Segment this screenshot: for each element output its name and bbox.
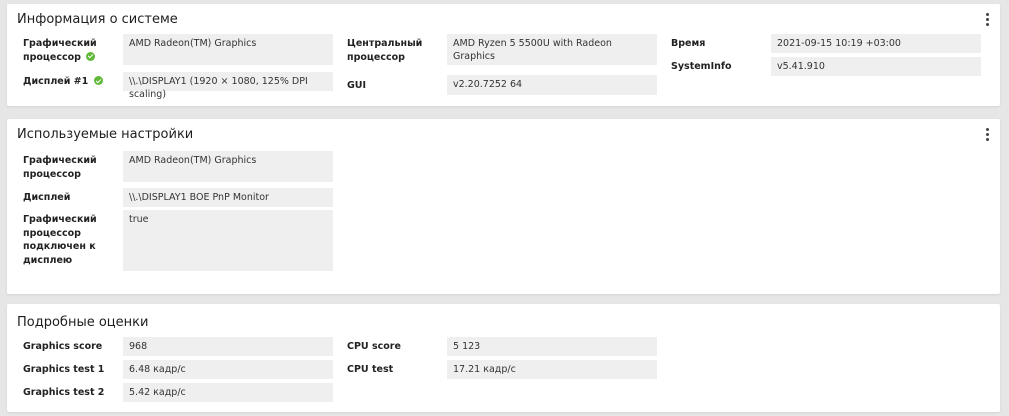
display-label: Дисплей #1 <box>23 75 103 89</box>
display-label: Дисплей <box>23 192 71 203</box>
gpu-connected-label: Графический процессор подключен к диспле… <box>23 214 97 266</box>
used-settings-panel: Используемые настройки Графический проце… <box>7 119 1000 294</box>
panel-title: Информация о системе <box>17 12 178 27</box>
graphics-test1-label: Graphics test 1 <box>23 364 105 375</box>
graphics-score-value: 968 <box>123 337 333 356</box>
display-value: \\.\DISPLAY1 (1920 × 1080, 125% DPI scal… <box>123 72 333 100</box>
cpu-test-label: CPU test <box>347 364 394 375</box>
gui-value: v2.20.7252 64 <box>447 75 657 95</box>
graphics-test2-label: Graphics test 2 <box>23 387 105 398</box>
more-options-icon[interactable] <box>986 128 990 141</box>
time-label: Время <box>671 38 706 49</box>
graphics-test2-value: 5.42 кадр/с <box>123 383 333 402</box>
gpu-value: AMD Radeon(TM) Graphics <box>123 34 333 65</box>
more-options-icon[interactable] <box>986 13 990 26</box>
panel-title: Используемые настройки <box>17 127 194 142</box>
cpu-score-value: 5 123 <box>447 337 657 356</box>
display-value: \\.\DISPLAY1 BOE PnP Monitor <box>123 188 333 207</box>
panel-title: Подробные оценки <box>17 315 149 330</box>
detailed-scores-panel: Подробные оценки Graphics score 968 Grap… <box>7 304 1000 412</box>
cpu-score-label: CPU score <box>347 341 401 352</box>
cpu-test-value: 17.21 кадр/с <box>447 360 657 379</box>
gpu-connected-value: true <box>123 210 333 271</box>
time-value: 2021-09-15 10:19 +03:00 <box>771 34 981 53</box>
cpu-value: AMD Ryzen 5 5500U with Radeon Graphics <box>447 34 657 65</box>
system-info-panel: Информация о системе Графический процесс… <box>7 4 1000 106</box>
gpu-label: Графический процессор <box>23 38 97 63</box>
check-circle-icon <box>93 76 103 85</box>
gpu-label: Графический процессор <box>23 155 97 180</box>
graphics-score-label: Graphics score <box>23 341 103 352</box>
cpu-label: Центральный процессор <box>347 38 423 63</box>
check-circle-icon <box>86 51 96 61</box>
graphics-test1-value: 6.48 кадр/с <box>123 360 333 379</box>
gui-label: GUI <box>347 80 367 91</box>
sysinfo-label: SystemInfo <box>671 61 732 72</box>
sysinfo-value: v5.41.910 <box>771 57 981 76</box>
gpu-value: AMD Radeon(TM) Graphics <box>123 151 333 182</box>
